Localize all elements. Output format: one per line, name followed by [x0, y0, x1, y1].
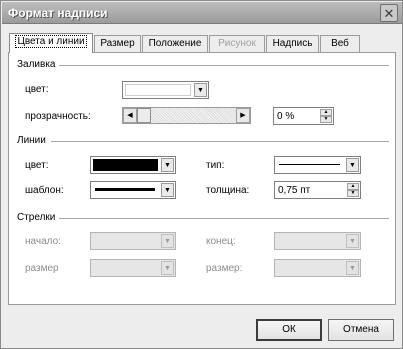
line-thickness-label: толщина: — [206, 185, 250, 196]
line-color-swatch — [93, 159, 158, 171]
tab-colors-and-lines[interactable]: Цвета и линии — [9, 33, 93, 53]
chevron-down-icon[interactable]: ▼ — [194, 83, 207, 97]
line-pattern-label: шаблон: — [25, 185, 64, 196]
arrow-end-label: конец: — [206, 236, 236, 247]
line-type-dropdown[interactable]: ▼ — [274, 156, 361, 174]
spin-up-icon[interactable]: ▲ — [347, 183, 359, 190]
arrow-end-size-label: размер: — [206, 263, 243, 274]
lines-group-divider — [51, 141, 389, 143]
line-pattern-preview — [95, 188, 155, 191]
arrows-group-title: Стрелки — [17, 212, 56, 223]
fill-color-label: цвет: — [25, 84, 49, 95]
transparency-slider[interactable]: ◀ ▶ — [122, 107, 251, 124]
chevron-down-icon: ▼ — [346, 261, 359, 275]
tab-position[interactable]: Положение — [142, 35, 208, 53]
arrow-end-dropdown: ▼ — [274, 232, 361, 250]
arrow-begin-size-label: размер — [25, 263, 59, 274]
spin-up-icon[interactable]: ▲ — [320, 109, 332, 116]
tab-label: Цвета и линии — [15, 35, 87, 48]
fill-color-dropdown[interactable]: ▼ — [122, 81, 209, 99]
lines-group-title: Линии — [17, 135, 46, 146]
arrow-begin-size-dropdown: ▼ — [90, 259, 176, 277]
dialog-window: Формат надписи ✕ Цвета и линии Размер По… — [0, 0, 403, 349]
chevron-down-icon: ▼ — [161, 261, 174, 275]
arrow-end-size-dropdown: ▼ — [274, 259, 361, 277]
tab-web[interactable]: Веб — [320, 35, 360, 53]
line-type-label: тип: — [206, 160, 225, 171]
title-bar[interactable]: Формат надписи ✕ — [2, 2, 402, 24]
arrows-group-divider — [59, 218, 389, 220]
line-pattern-dropdown[interactable]: ▼ — [90, 181, 176, 199]
transparency-spinbox[interactable]: 0 % ▲ ▼ — [273, 107, 334, 125]
tab-label: Надпись — [272, 38, 313, 49]
close-icon: ✕ — [383, 5, 395, 21]
arrow-begin-label: начало: — [25, 236, 61, 247]
spin-down-icon[interactable]: ▼ — [320, 116, 332, 123]
arrow-begin-dropdown: ▼ — [90, 232, 176, 250]
tab-picture: Рисунок — [209, 35, 265, 53]
tab-label: Веб — [331, 38, 349, 49]
fill-group-title: Заливка — [17, 59, 56, 70]
tab-label: Положение — [148, 38, 202, 49]
chevron-down-icon[interactable]: ▼ — [161, 183, 174, 197]
transparency-value: 0 % — [277, 111, 295, 122]
fill-group-divider — [59, 65, 389, 67]
chevron-down-icon[interactable]: ▼ — [161, 158, 174, 172]
tab-label: Рисунок — [218, 38, 256, 49]
tab-label: Размер — [100, 38, 135, 49]
chevron-down-icon: ▼ — [346, 234, 359, 248]
chevron-down-icon[interactable]: ▼ — [346, 158, 359, 172]
cancel-button[interactable]: Отмена — [328, 319, 394, 341]
fill-color-swatch — [125, 84, 191, 96]
spin-down-icon[interactable]: ▼ — [347, 190, 359, 197]
line-color-dropdown[interactable]: ▼ — [90, 156, 176, 174]
transparency-label: прозрачность: — [25, 111, 91, 122]
line-type-preview — [279, 164, 340, 165]
tab-panel: Заливка цвет: ▼ прозрачность: ◀ ▶ 0 % ▲ … — [8, 52, 396, 305]
line-color-label: цвет: — [25, 160, 49, 171]
tab-textbox[interactable]: Надпись — [266, 35, 319, 53]
dialog-title: Формат надписи — [8, 6, 108, 20]
slider-left-arrow-icon[interactable]: ◀ — [123, 108, 137, 123]
slider-right-arrow-icon[interactable]: ▶ — [236, 108, 250, 123]
line-thickness-spinbox[interactable]: 0,75 пт ▲ ▼ — [274, 181, 361, 199]
tab-size[interactable]: Размер — [94, 35, 141, 53]
close-button[interactable]: ✕ — [380, 4, 398, 22]
chevron-down-icon: ▼ — [161, 234, 174, 248]
line-thickness-value: 0,75 пт — [278, 185, 311, 196]
slider-thumb[interactable] — [137, 108, 151, 123]
ok-button[interactable]: ОК — [256, 319, 322, 341]
